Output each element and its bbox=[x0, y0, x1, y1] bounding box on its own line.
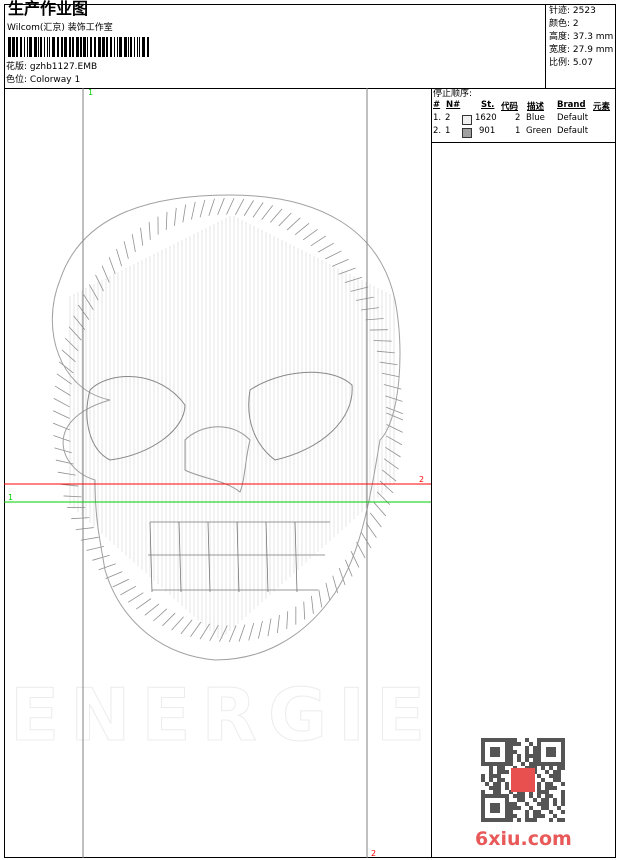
row-index: 2. bbox=[433, 126, 442, 136]
qr-code bbox=[481, 738, 565, 822]
right-eye bbox=[248, 371, 353, 461]
stitch-count: 针迹: 2523 bbox=[549, 6, 596, 16]
scale: 比例: 5.07 bbox=[549, 58, 593, 68]
marker-red-bottom: 2 bbox=[371, 849, 377, 858]
ghost-lettering: ENERGIE bbox=[10, 673, 425, 757]
row-brand: Default bbox=[557, 113, 589, 123]
row-stitches: 1620 bbox=[475, 113, 497, 123]
col-needle: N# bbox=[446, 100, 461, 110]
row-index: 1. bbox=[433, 113, 442, 123]
design-canvas: ENERGIE bbox=[4, 88, 431, 858]
row-stitches: 901 bbox=[479, 126, 496, 136]
row-description: Blue bbox=[526, 113, 545, 123]
marker-red-right: 2 bbox=[419, 475, 425, 484]
row-needle: 2 bbox=[445, 113, 451, 123]
col-element: 元素 bbox=[593, 102, 611, 112]
col-index: # bbox=[433, 100, 441, 110]
teeth-grid bbox=[148, 521, 330, 593]
row-code: 2 bbox=[515, 113, 521, 123]
row-code: 1 bbox=[515, 126, 521, 136]
row-description: Green bbox=[526, 126, 552, 136]
row-brand: Default bbox=[557, 126, 589, 136]
design-height: 高度: 37.3 mm bbox=[549, 32, 614, 42]
color-swatch bbox=[462, 128, 472, 138]
color-swatch bbox=[462, 115, 472, 125]
col-code: 代码 bbox=[501, 102, 519, 112]
col-brand: Brand bbox=[557, 100, 586, 110]
color-count: 颜色: 2 bbox=[549, 19, 579, 29]
stop-sequence-title: 停止顺序: bbox=[433, 89, 473, 99]
col-stitches: St. bbox=[481, 100, 495, 110]
watermark-logo: 6xiu.com bbox=[475, 828, 572, 850]
seal-icon bbox=[511, 768, 535, 792]
table-divider bbox=[431, 142, 616, 143]
stats-divider bbox=[545, 4, 546, 88]
design-width: 宽度: 27.9 mm bbox=[549, 45, 614, 55]
col-description: 描述 bbox=[527, 102, 545, 112]
marker-green-left: 1 bbox=[8, 493, 14, 502]
row-needle: 1 bbox=[445, 126, 451, 136]
marker-green-top: 1 bbox=[88, 88, 94, 97]
